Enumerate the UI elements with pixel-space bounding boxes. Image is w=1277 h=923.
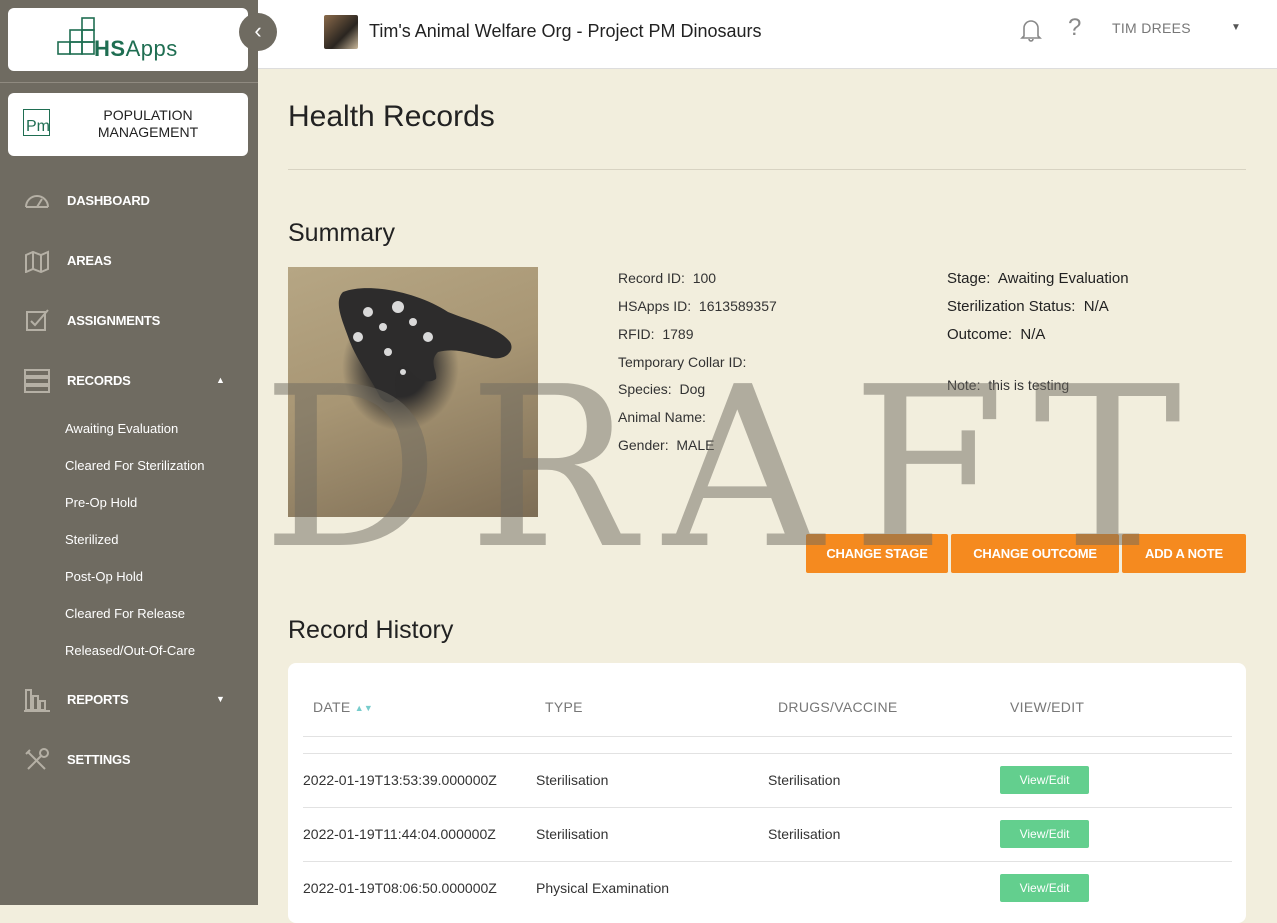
sidebar-subitem-pre-op-hold[interactable]: Pre-Op Hold — [65, 495, 137, 510]
sterilization-status-field: Sterilization Status: N/A — [947, 298, 1109, 315]
view-edit-button[interactable]: View/Edit — [1000, 766, 1089, 794]
change-outcome-button[interactable]: CHANGE OUTCOME — [951, 534, 1119, 573]
org-title: Tim's Animal Welfare Org - Project PM Di… — [369, 21, 762, 41]
rfid-field: RFID: 1789 — [618, 326, 694, 342]
sidebar-item-label: SETTINGS — [67, 752, 131, 767]
column-header-view-edit: VIEW/EDIT — [1010, 699, 1085, 715]
sidebar-item-label: AREAS — [67, 253, 112, 268]
sidebar-item-label: RECORDS — [67, 373, 131, 388]
org-avatar — [324, 15, 358, 49]
animal-photo — [288, 267, 538, 517]
view-edit-button[interactable]: View/Edit — [1000, 874, 1089, 902]
checkbox-icon — [26, 309, 49, 331]
cell-date: 2022-01-19T08:06:50.000000Z — [303, 880, 497, 896]
sidebar-item-records[interactable]: RECORDS ▲ — [0, 361, 258, 401]
add-note-button[interactable]: ADD A NOTE — [1122, 534, 1246, 573]
header-divider — [303, 736, 1232, 737]
cell-type: Physical Examination — [536, 880, 670, 896]
sort-icon[interactable]: ▲▼ — [355, 703, 373, 713]
module-name: POPULATION MANAGEMENT — [97, 107, 199, 140]
hsapps-logo[interactable]: HSApps — [8, 8, 248, 71]
top-bar: Tim's Animal Welfare Org - Project PM Di… — [258, 0, 1277, 69]
cell-date: 2022-01-19T11:44:04.000000Z — [303, 826, 496, 842]
module-switcher[interactable]: Pm POPULATION MANAGEMENT — [8, 93, 248, 156]
row-divider — [303, 753, 1232, 754]
chevron-left-icon: ‹ — [254, 18, 262, 43]
dashboard-gauge-icon — [25, 195, 49, 208]
hsapps-id-field: HSApps ID: 1613589357 — [618, 298, 777, 314]
sidebar-subitem-cleared-for-sterilization[interactable]: Cleared For Sterilization — [65, 458, 204, 473]
cell-date: 2022-01-19T13:53:39.000000Z — [303, 772, 497, 788]
cell-type: Sterilisation — [536, 772, 609, 788]
chevron-down-icon[interactable]: ▼ — [1231, 22, 1241, 33]
column-header-type: TYPE — [545, 699, 583, 715]
tools-icon — [25, 748, 49, 770]
sidebar-subitem-cleared-for-release[interactable]: Cleared For Release — [65, 606, 185, 621]
temporary-collar-field: Temporary Collar ID: — [618, 354, 747, 370]
sidebar-item-dashboard[interactable]: DASHBOARD — [0, 181, 258, 221]
gender-field: Gender: MALE — [618, 437, 715, 453]
logo-text: HSApps — [94, 36, 178, 61]
pm-module-icon: Pm — [23, 109, 50, 136]
sidebar-item-areas[interactable]: AREAS — [0, 241, 258, 281]
sidebar-subitem-post-op-hold[interactable]: Post-Op Hold — [65, 569, 143, 584]
sidebar-subitem-released-out-of-care[interactable]: Released/Out-Of-Care — [65, 643, 195, 658]
stage-field: Stage: Awaiting Evaluation — [947, 270, 1129, 287]
record-history-title: Record History — [288, 616, 454, 644]
row-divider — [303, 861, 1232, 862]
sidebar-item-settings[interactable]: SETTINGS — [0, 740, 258, 780]
records-stack-icon — [24, 369, 50, 393]
animal-name-field: Animal Name: — [618, 409, 706, 425]
sidebar-item-label: ASSIGNMENTS — [67, 313, 161, 328]
sidebar-item-assignments[interactable]: ASSIGNMENTS — [0, 301, 258, 341]
record-history-table: DATE ▲▼ TYPE DRUGS/VACCINE VIEW/EDIT 202… — [288, 663, 1246, 923]
sidebar-item-label: REPORTS — [67, 692, 129, 707]
record-id-field: Record ID: 100 — [618, 270, 717, 286]
help-icon[interactable]: ? — [1068, 14, 1081, 42]
collapse-sidebar-button[interactable]: ‹ — [239, 13, 277, 51]
note-field: Note: this is testing — [947, 377, 1070, 393]
column-header-date[interactable]: DATE ▲▼ — [313, 699, 373, 715]
bell-icon[interactable] — [1020, 18, 1042, 42]
sidebar-item-reports[interactable]: REPORTS ▼ — [0, 680, 258, 720]
summary-title: Summary — [288, 219, 395, 247]
view-edit-button[interactable]: View/Edit — [1000, 820, 1089, 848]
column-header-drugs-vaccine: DRUGS/VACCINE — [778, 699, 898, 715]
sidebar-subitem-sterilized[interactable]: Sterilized — [65, 532, 118, 547]
sidebar: HSApps Pm POPULATION MANAGEMENT DASHBOARD… — [0, 0, 258, 905]
cell-type: Sterilisation — [536, 826, 609, 842]
change-stage-button[interactable]: CHANGE STAGE — [806, 534, 948, 573]
page-title: Health Records — [288, 100, 495, 133]
logo-blocks-icon — [57, 17, 95, 55]
row-divider — [303, 807, 1232, 808]
dog-photo-illustration — [338, 288, 512, 403]
bar-chart-icon — [24, 689, 50, 712]
cell-drugs: Sterilisation — [768, 826, 841, 842]
outcome-field: Outcome: N/A — [947, 326, 1046, 343]
species-field: Species: Dog — [618, 381, 706, 397]
map-icon — [25, 250, 49, 273]
sidebar-subitem-awaiting-evaluation[interactable]: Awaiting Evaluation — [65, 421, 178, 436]
title-divider — [288, 169, 1246, 170]
user-menu[interactable]: TIM DREES — [1112, 20, 1191, 36]
sidebar-divider — [0, 82, 258, 83]
sidebar-item-label: DASHBOARD — [67, 193, 150, 208]
chevron-up-icon: ▲ — [216, 375, 225, 385]
chevron-down-icon: ▼ — [216, 694, 225, 704]
cell-drugs: Sterilisation — [768, 772, 841, 788]
